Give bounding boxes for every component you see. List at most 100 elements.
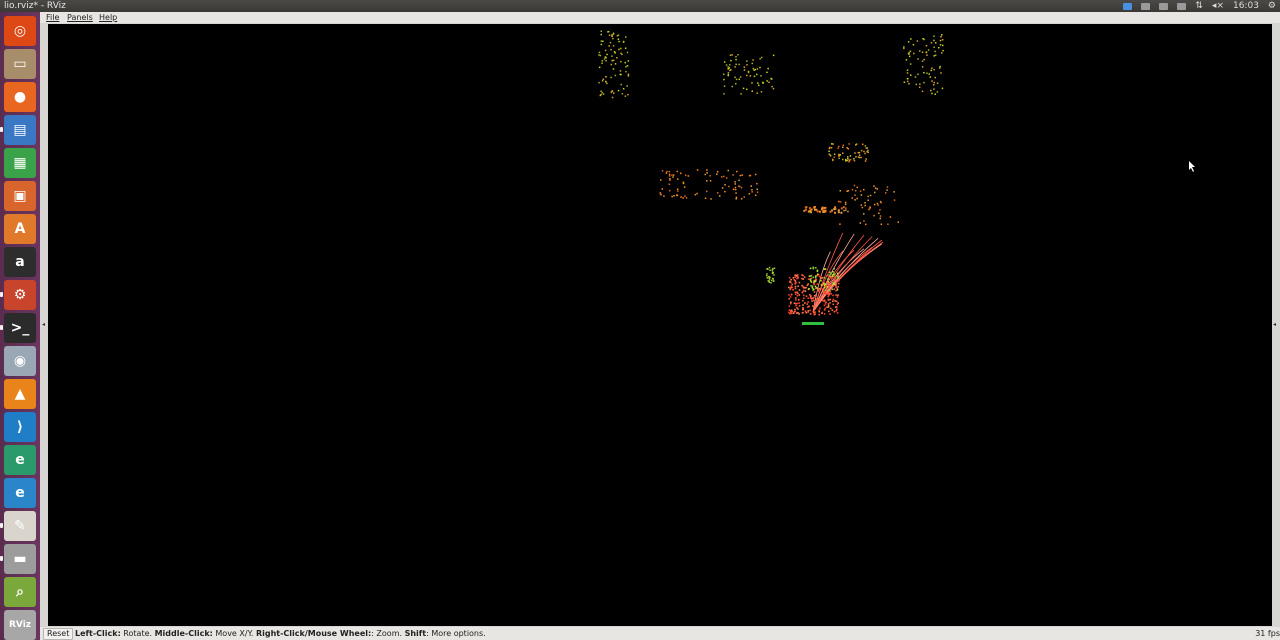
collapse-left-panel-icon[interactable]: ◂ [42, 320, 47, 330]
cloud-point [838, 279, 840, 282]
cloud-point [802, 274, 804, 277]
volume-icon[interactable]: ◂× [1212, 0, 1224, 12]
cloud-point [833, 310, 836, 313]
battery-icon[interactable] [1177, 2, 1187, 10]
cloud-point [865, 147, 867, 149]
cloud-point [812, 299, 815, 301]
amazon-launcher-button[interactable]: a [4, 247, 36, 277]
cloud-point [908, 51, 911, 54]
cloud-point [812, 267, 815, 270]
cloud-point [835, 306, 838, 309]
cloud-point [863, 213, 865, 215]
clock[interactable]: 16:03 [1233, 0, 1259, 12]
cloud-point [816, 283, 819, 285]
cloud-point [739, 174, 742, 177]
cloud-point [856, 197, 858, 200]
writer-icon: ▤ [13, 122, 27, 138]
cloud-point [802, 278, 805, 280]
text-editor-launcher-button[interactable]: ✎ [4, 511, 36, 541]
calc-launcher-button[interactable]: ▦ [4, 148, 36, 178]
cloud-point [931, 92, 933, 95]
cloud-point [835, 283, 837, 286]
reset-button[interactable]: Reset [43, 628, 74, 640]
cloud-point [839, 154, 842, 156]
cloud-point [677, 190, 679, 192]
cloud-point [797, 299, 800, 301]
vscode-launcher-button[interactable]: ⟩ [4, 412, 36, 442]
cloud-point [605, 60, 607, 62]
cloud-point [845, 207, 847, 209]
cloud-point [873, 214, 875, 217]
cloud-point [832, 294, 834, 297]
cloud-point [831, 309, 834, 311]
cloud-point [819, 307, 821, 310]
disks-launcher-button[interactable]: ▬ [4, 544, 36, 574]
system-settings-launcher-button[interactable]: ⚙ [4, 280, 36, 310]
cloud-point [834, 206, 837, 209]
keyboard-icon[interactable] [1159, 2, 1169, 10]
cloud-point [685, 174, 687, 177]
impress-icon: ▣ [13, 188, 27, 204]
menu-panels[interactable]: Panels [67, 12, 93, 23]
impress-launcher-button[interactable]: ▣ [4, 181, 36, 211]
cloud-point [668, 173, 671, 176]
cloud-point [826, 306, 828, 308]
menu-file[interactable]: File [46, 12, 59, 23]
cloud-point [867, 195, 869, 198]
cloud-point [847, 156, 849, 158]
cloud-point [813, 280, 816, 283]
cloud-point [873, 203, 876, 206]
edge-dev-launcher-button[interactable]: e [4, 445, 36, 475]
cloud-point [835, 300, 838, 303]
cloud-point [824, 303, 827, 305]
cloud-point [817, 289, 819, 291]
cloud-point [829, 307, 832, 310]
camera-icon[interactable] [1141, 2, 1151, 10]
rviz-launcher-button[interactable]: RViz [4, 610, 36, 640]
dash-home-launcher-button[interactable]: ◎ [4, 16, 36, 46]
network-icon[interactable]: ⇅ [1195, 0, 1203, 12]
cloud-point [855, 190, 857, 192]
edge-launcher-button[interactable]: e [4, 478, 36, 508]
cloud-point [828, 147, 831, 150]
image-viewer-launcher-button[interactable]: ⌕ [4, 577, 36, 607]
cloud-point [813, 291, 816, 293]
cloud-point [813, 288, 815, 291]
bluetooth-icon[interactable] [1123, 2, 1133, 10]
terminal-launcher-button[interactable]: >_ [4, 313, 36, 343]
cloud-point [751, 62, 753, 65]
cloud-point [802, 289, 805, 292]
writer-launcher-button[interactable]: ▤ [4, 115, 36, 145]
cloud-point [830, 273, 832, 275]
cloud-point [716, 171, 719, 173]
cloud-point [788, 309, 791, 311]
cloud-point [797, 311, 799, 314]
running-indicator [0, 292, 3, 297]
cloud-point [760, 56, 763, 59]
cloud-point [930, 42, 933, 44]
cloud-point [734, 186, 737, 189]
screenshot-launcher-button[interactable]: ◉ [4, 346, 36, 376]
cloud-point [925, 51, 928, 53]
collapse-right-panel-icon[interactable]: ◂ [1273, 320, 1278, 330]
cloud-point [741, 174, 743, 176]
cloud-point [724, 184, 726, 186]
vscode-icon: ⟩ [16, 419, 24, 435]
cloud-point [916, 40, 919, 42]
files-launcher-button[interactable]: ▭ [4, 49, 36, 79]
firefox-launcher-button[interactable]: ● [4, 82, 36, 112]
3d-view[interactable] [48, 24, 1272, 626]
cloud-point [839, 201, 842, 203]
cloud-point [729, 64, 731, 66]
cloud-point [836, 272, 839, 275]
cloud-point [826, 278, 829, 280]
cloud-point [832, 303, 834, 306]
software-center-launcher-button[interactable]: A [4, 214, 36, 244]
cloud-point [903, 81, 906, 83]
cloud-point [842, 144, 845, 146]
cloud-point [619, 70, 622, 72]
vlc-launcher-button[interactable]: ▲ [4, 379, 36, 409]
power-gear-icon[interactable]: ⚙ [1268, 0, 1276, 12]
menu-help[interactable]: Help [99, 12, 117, 23]
cloud-point [797, 276, 799, 279]
